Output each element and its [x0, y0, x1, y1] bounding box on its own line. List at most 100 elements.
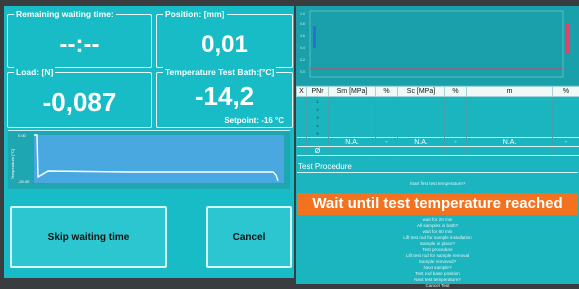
cell — [445, 121, 467, 129]
cell — [467, 147, 553, 156]
table-row[interactable]: 1 — [297, 97, 579, 106]
cell — [376, 105, 398, 113]
cell — [297, 105, 307, 113]
cell — [553, 147, 579, 156]
cell — [553, 121, 579, 129]
position-value: 0,01 — [157, 31, 292, 59]
summary-sc-pct: - — [445, 138, 467, 147]
table-row[interactable]: 2 — [297, 105, 579, 113]
table-row[interactable]: 3 — [297, 113, 579, 121]
cell — [329, 97, 376, 106]
cell — [376, 147, 398, 156]
temperature-trend-chart: Temperature [°C] 0.00 -20.00 — [8, 130, 290, 189]
cell — [398, 105, 445, 113]
results-table-header: X PNr Sm [MPa] % Sc [MPa] % m % — [297, 87, 579, 97]
cell — [445, 105, 467, 113]
summary-sm-pct: - — [376, 138, 398, 147]
results-plot-frame — [310, 11, 563, 77]
cell — [445, 97, 467, 106]
column-header: PNr — [307, 87, 329, 97]
cancel-button[interactable]: Cancel — [206, 206, 292, 268]
cell — [398, 129, 445, 138]
sample-number: 3 — [307, 113, 329, 121]
cell — [398, 147, 445, 156]
average-row: Ø — [297, 147, 579, 156]
results-right-axis-marker — [566, 24, 569, 54]
column-header: m — [467, 87, 553, 97]
column-header: X — [297, 87, 307, 97]
skip-waiting-time-button[interactable]: Skip waiting time — [10, 206, 167, 268]
cell — [467, 113, 553, 121]
cell — [467, 129, 553, 138]
cell — [297, 138, 307, 147]
column-header: % — [553, 87, 579, 97]
results-panel: 1.0 0.8 0.6 0.4 0.2 0.0 X PNr S — [296, 6, 579, 284]
cell — [297, 121, 307, 129]
results-table: X PNr Sm [MPa] % Sc [MPa] % m % 1 2 3 4 … — [296, 86, 579, 156]
summary-sc: N.A. — [398, 138, 445, 147]
column-header: % — [376, 87, 398, 97]
test-procedure-title: Test Procedure — [298, 162, 352, 171]
cell — [329, 113, 376, 121]
cell — [445, 129, 467, 138]
position-group: Position: [mm] 0,01 — [156, 14, 293, 68]
cell — [376, 129, 398, 138]
sample-number: 2 — [307, 105, 329, 113]
test-procedure-list: Start first test temperature? Wait until… — [297, 172, 578, 285]
status-panel: Remaining waiting time: --:-- Position: … — [4, 6, 294, 278]
sample-number: 4 — [307, 121, 329, 129]
cell — [329, 105, 376, 113]
test-procedure-group: Test Procedure Start first test temperat… — [296, 162, 579, 284]
cell — [445, 113, 467, 121]
cell — [297, 129, 307, 138]
test-machine-screen: Remaining waiting time: --:-- Position: … — [0, 0, 579, 284]
cell — [553, 97, 579, 106]
remaining-time-group: Remaining waiting time: --:-- — [7, 14, 152, 68]
cell — [329, 121, 376, 129]
remaining-time-value: --:-- — [8, 31, 151, 59]
cell — [553, 105, 579, 113]
cell — [553, 129, 579, 138]
load-value: -0,087 — [8, 87, 151, 118]
cell — [398, 121, 445, 129]
cell — [297, 97, 307, 106]
cell — [297, 113, 307, 121]
setpoint-label: Setpoint: -16 °C — [224, 116, 284, 125]
cell — [376, 97, 398, 106]
results-chart: 1.0 0.8 0.6 0.4 0.2 0.0 — [296, 6, 579, 85]
average-symbol: Ø — [307, 147, 329, 156]
remaining-time-label: Remaining waiting time: — [14, 9, 116, 20]
cell — [398, 113, 445, 121]
cell — [467, 97, 553, 106]
cell — [297, 147, 307, 156]
summary-sm: N.A. — [329, 138, 376, 147]
summary-m: N.A. — [467, 138, 553, 147]
bath-temperature-group: Temperature Test Bath:[°C] -14,2 Setpoin… — [156, 72, 293, 128]
cell — [467, 105, 553, 113]
procedure-step[interactable]: Start first test temperature? — [297, 181, 578, 187]
bath-temperature-label: Temperature Test Bath:[°C] — [163, 67, 276, 78]
table-row[interactable]: 5 — [297, 129, 579, 138]
cell — [445, 147, 467, 156]
position-label: Position: [mm] — [163, 9, 227, 20]
procedure-active-step[interactable]: Wait until test temperature reached — [297, 193, 578, 215]
trend-plot — [8, 131, 290, 189]
cell — [329, 147, 376, 156]
cell — [307, 138, 329, 147]
results-plot — [296, 6, 579, 85]
cell — [376, 121, 398, 129]
column-header: % — [445, 87, 467, 97]
cell — [376, 113, 398, 121]
load-group: Load: [N] -0,087 — [7, 72, 152, 128]
column-header: Sm [MPa] — [329, 87, 376, 97]
trend-plot-area — [34, 135, 284, 183]
column-header: Sc [MPa] — [398, 87, 445, 97]
cell — [467, 121, 553, 129]
sample-number: 5 — [307, 129, 329, 138]
table-row[interactable]: 4 — [297, 121, 579, 129]
sample-number: 1 — [307, 97, 329, 106]
bath-temperature-value: -14,2 — [157, 81, 292, 112]
cell — [329, 129, 376, 138]
summary-row: N.A. - N.A. - N.A. - — [297, 138, 579, 147]
cell — [398, 97, 445, 106]
